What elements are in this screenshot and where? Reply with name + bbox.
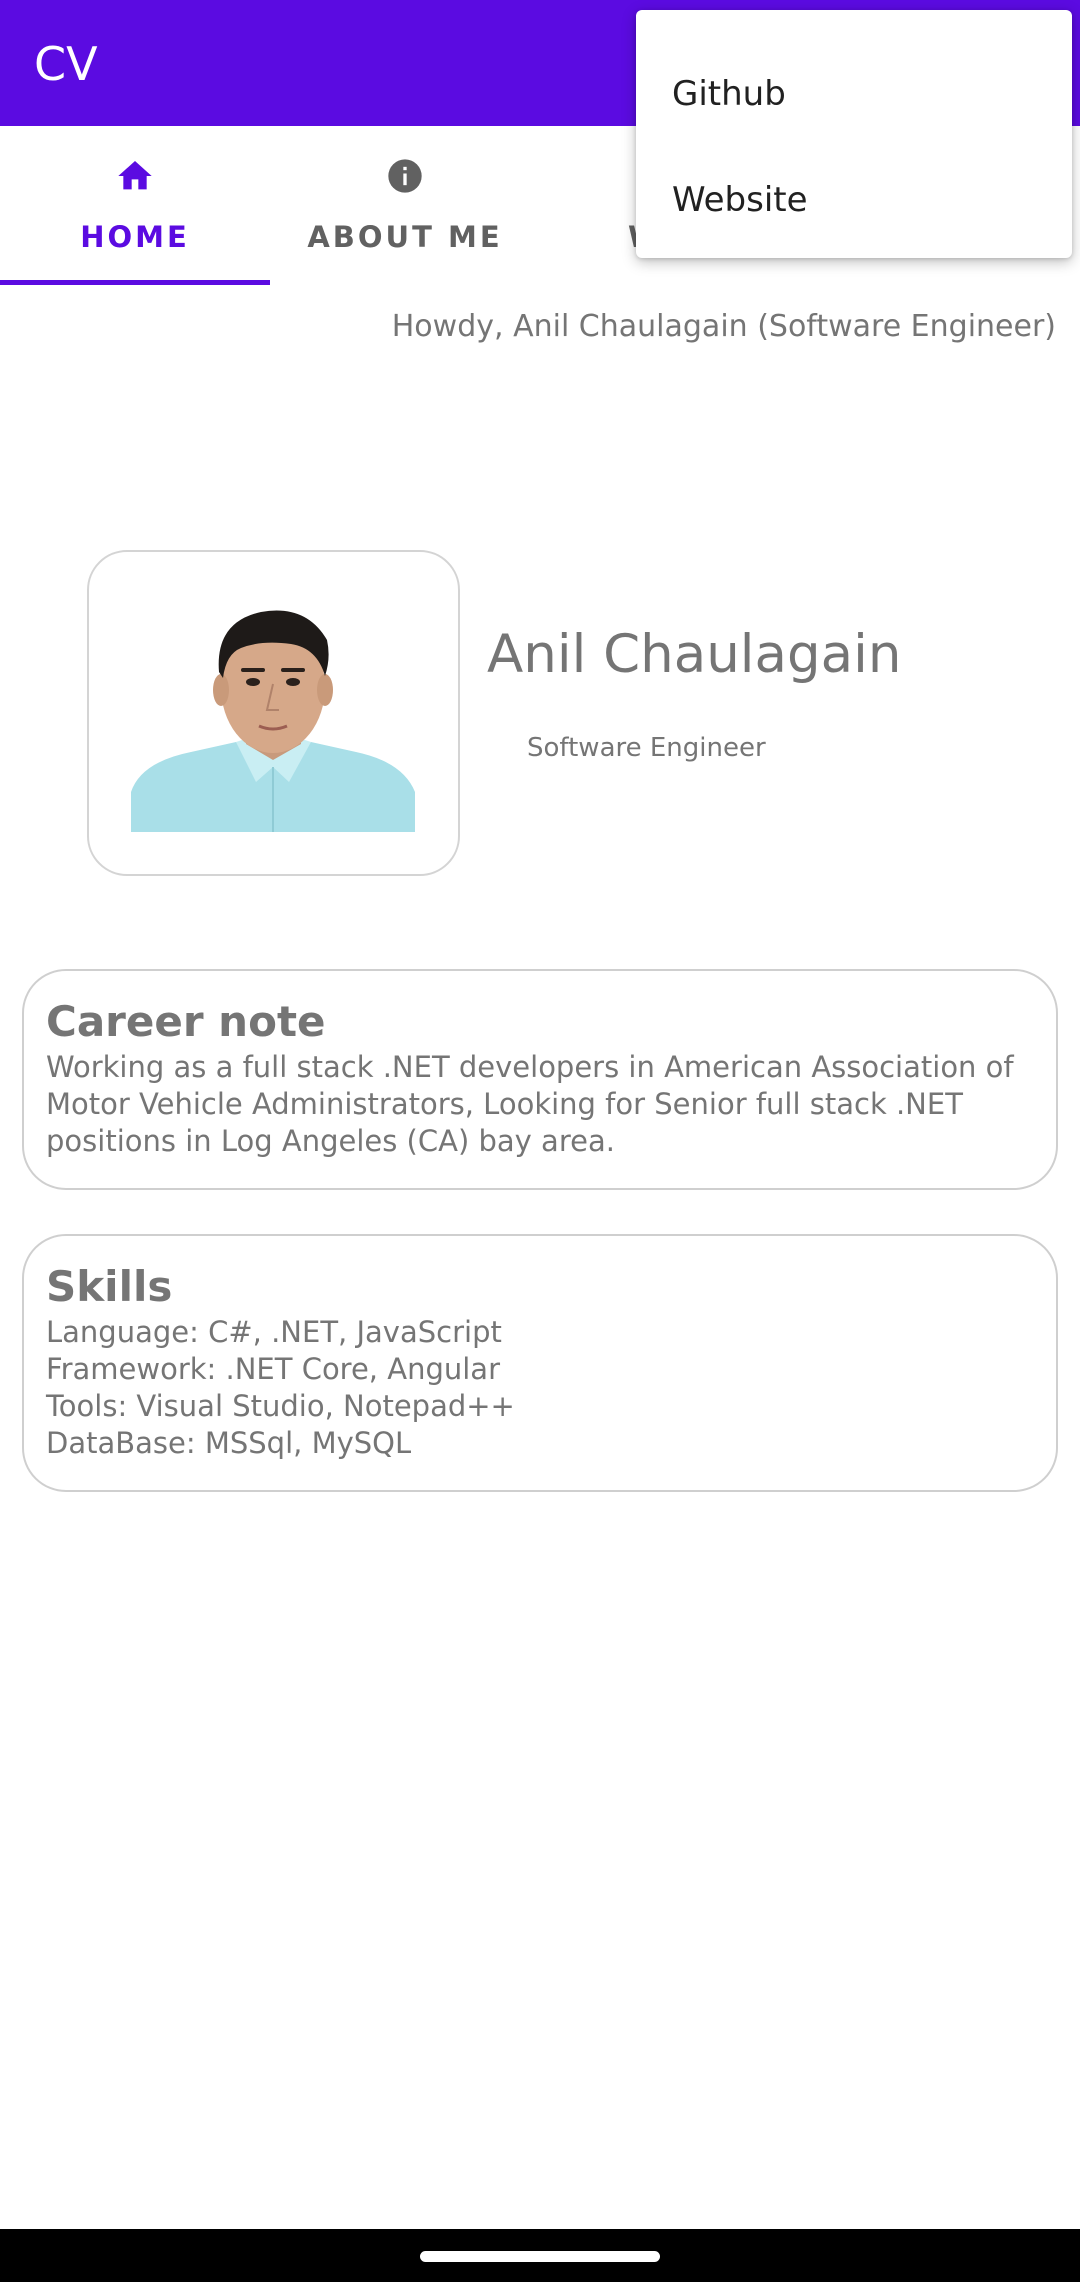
skills-line-framework: Framework: .NET Core, Angular bbox=[46, 1352, 501, 1386]
home-gesture-handle[interactable] bbox=[420, 2251, 660, 2262]
menu-item-website[interactable]: Website bbox=[636, 150, 1072, 250]
skills-card: Skills Language: C#, .NET, JavaScript Fr… bbox=[22, 1234, 1058, 1492]
profile-role: Software Engineer bbox=[527, 733, 766, 763]
career-note-card: Career note Working as a full stack .NET… bbox=[22, 969, 1058, 1190]
info-icon bbox=[388, 159, 422, 193]
profile-photo-card bbox=[87, 550, 460, 876]
app-title: CV bbox=[34, 37, 98, 91]
tab-home-label: HOME bbox=[80, 220, 190, 254]
profile-photo bbox=[131, 592, 415, 832]
skills-line-tools: Tools: Visual Studio, Notepad++ bbox=[46, 1389, 515, 1423]
skills-line-language: Language: C#, .NET, JavaScript bbox=[46, 1315, 502, 1349]
career-note-title: Career note bbox=[46, 997, 326, 1046]
greeting-text: Howdy, Anil Chaulagain (Software Enginee… bbox=[391, 309, 1056, 344]
overflow-menu: Github Website bbox=[636, 10, 1072, 258]
home-icon bbox=[118, 161, 152, 190]
tab-about-me-label: ABOUT ME bbox=[307, 220, 503, 254]
tab-active-indicator bbox=[0, 280, 270, 285]
system-nav-bar bbox=[0, 2229, 1080, 2282]
tab-about-me[interactable]: ABOUT ME bbox=[270, 126, 540, 286]
menu-item-github[interactable]: Github bbox=[636, 44, 1072, 144]
tab-home[interactable]: HOME bbox=[0, 126, 270, 286]
career-note-body: Working as a full stack .NET developers … bbox=[46, 1050, 1014, 1158]
skills-line-database: DataBase: MSSql, MySQL bbox=[46, 1426, 412, 1460]
skills-title: Skills bbox=[46, 1262, 173, 1311]
profile-name: Anil Chaulagain bbox=[487, 624, 902, 685]
